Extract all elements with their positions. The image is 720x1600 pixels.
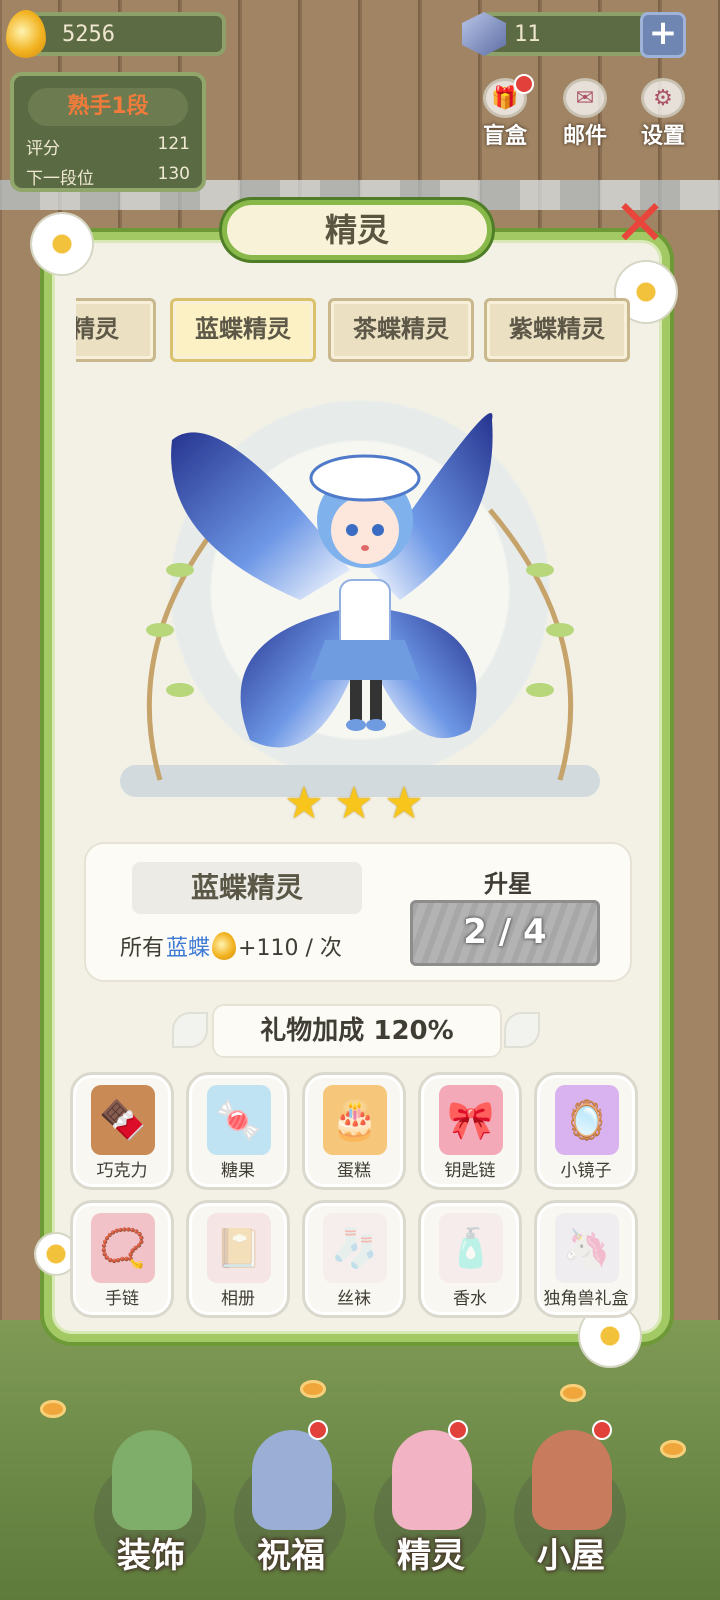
sprite-bonus: 所有 蓝蝶 +110 / 次 bbox=[120, 930, 342, 962]
sprite-icon bbox=[392, 1430, 472, 1530]
tab-sprite-partial[interactable]: 蝶精灵 bbox=[76, 298, 156, 362]
gift-label: 蛋糕 bbox=[337, 1161, 371, 1181]
nav-sprite-label: 精灵 bbox=[397, 1536, 465, 1576]
leaf-decoration bbox=[504, 1012, 540, 1048]
fairy-character bbox=[146, 413, 574, 781]
nav-house[interactable]: 小屋 bbox=[506, 1420, 636, 1590]
gift-label: 手链 bbox=[105, 1289, 139, 1309]
coin-value: 5256 bbox=[62, 22, 115, 47]
gift-label: 巧克力 bbox=[96, 1161, 148, 1181]
add-gems-button[interactable]: + bbox=[640, 12, 686, 58]
nav-sprite[interactable]: 精灵 bbox=[366, 1420, 496, 1590]
gift-label: 香水 bbox=[453, 1289, 487, 1309]
gift-cake[interactable]: 🎂 蛋糕 bbox=[302, 1072, 406, 1190]
settings-button[interactable]: ⚙ 设置 bbox=[632, 78, 694, 150]
gift-label: 独角兽礼盒 bbox=[543, 1289, 629, 1309]
gift-keychain[interactable]: 🎀 钥匙链 bbox=[418, 1072, 522, 1190]
gift-photo-album[interactable]: 📔 相册 bbox=[186, 1200, 290, 1318]
mail-label: 邮件 bbox=[562, 124, 607, 149]
bonus-amount: +110 / 次 bbox=[238, 936, 342, 961]
nav-decoration-label: 装饰 bbox=[117, 1536, 185, 1576]
mail-icon: ✉ bbox=[563, 78, 607, 118]
rank-score-label: 评分 bbox=[26, 139, 60, 159]
rank-next-row: 下一段位 130 bbox=[26, 164, 190, 189]
notification-dot bbox=[514, 74, 534, 94]
nav-house-label: 小屋 bbox=[537, 1536, 605, 1576]
fairy-icon bbox=[252, 1430, 332, 1530]
rank-title: 熟手1段 bbox=[28, 88, 188, 126]
bracelet-icon: 📿 bbox=[91, 1213, 155, 1283]
notification-dot bbox=[592, 1420, 612, 1440]
sprite-info-box: 蓝蝶精灵 所有 蓝蝶 +110 / 次 升星 2 / 4 bbox=[84, 842, 632, 982]
candy-jar-icon: 🍬 bbox=[207, 1085, 271, 1155]
gift-candy[interactable]: 🍬 糖果 bbox=[186, 1072, 290, 1190]
chocolate-icon: 🍫 bbox=[91, 1085, 155, 1155]
nav-decoration[interactable]: 装饰 bbox=[86, 1420, 216, 1590]
gift-label: 糖果 bbox=[221, 1161, 255, 1181]
notification-dot bbox=[308, 1420, 328, 1440]
background-flower bbox=[300, 1380, 326, 1398]
nav-blessing-label: 祝福 bbox=[257, 1536, 325, 1576]
rank-next-label: 下一段位 bbox=[26, 169, 94, 189]
background-flower bbox=[40, 1400, 66, 1418]
rank-score-row: 评分 121 bbox=[26, 134, 190, 159]
plant-icon bbox=[112, 1430, 192, 1530]
background-flower bbox=[560, 1384, 586, 1402]
photo-album-icon: 📔 bbox=[207, 1213, 271, 1283]
gift-label: 钥匙链 bbox=[444, 1161, 496, 1181]
gem-value: 11 bbox=[514, 22, 541, 47]
gift-unicorn-box[interactable]: 🦄 独角兽礼盒 bbox=[534, 1200, 638, 1318]
rank-next-value: 130 bbox=[157, 164, 190, 184]
gift-label: 相册 bbox=[221, 1289, 255, 1309]
sprite-name: 蓝蝶精灵 bbox=[132, 862, 362, 914]
notification-dot bbox=[448, 1420, 468, 1440]
bonus-prefix: 所有 bbox=[120, 936, 165, 961]
tab-tea-butterfly[interactable]: 茶蝶精灵 bbox=[328, 298, 474, 362]
unicorn-box-icon: 🦄 bbox=[555, 1213, 619, 1283]
blind-box-label: 盲盒 bbox=[482, 124, 527, 149]
gift-bonus-label: 礼物加成 120% bbox=[212, 1004, 502, 1058]
gift-mirror[interactable]: 🪞 小镜子 bbox=[534, 1072, 638, 1190]
gift-perfume[interactable]: 🧴 香水 bbox=[418, 1200, 522, 1318]
sprite-tabs: 蝶精灵 蓝蝶精灵 茶蝶精灵 紫蝶精灵 bbox=[76, 298, 642, 362]
mirror-icon: 🪞 bbox=[555, 1085, 619, 1155]
tab-blue-butterfly[interactable]: 蓝蝶精灵 bbox=[170, 298, 316, 362]
gift-stockings[interactable]: 🧦 丝袜 bbox=[302, 1200, 406, 1318]
gift-bracelet[interactable]: 📿 手链 bbox=[70, 1200, 174, 1318]
mail-button[interactable]: ✉ 邮件 bbox=[554, 78, 616, 150]
coin-drop-icon bbox=[212, 932, 237, 960]
star-3-icon: ★ bbox=[384, 778, 424, 829]
star-1-icon: ★ bbox=[284, 778, 324, 829]
panel-title: 精灵 bbox=[222, 200, 492, 260]
gift-label: 丝袜 bbox=[337, 1289, 371, 1309]
leaf-decoration bbox=[172, 1012, 208, 1048]
gift-label: 小镜子 bbox=[560, 1161, 612, 1181]
close-button[interactable]: ✕ bbox=[612, 192, 668, 256]
cake-icon: 🎂 bbox=[323, 1085, 387, 1155]
perfume-icon: 🧴 bbox=[439, 1213, 503, 1283]
daisy-decoration bbox=[32, 214, 92, 274]
tab-purple-butterfly[interactable]: 紫蝶精灵 bbox=[484, 298, 630, 362]
gift-chocolate[interactable]: 🍫 巧克力 bbox=[70, 1072, 174, 1190]
house-icon bbox=[532, 1430, 612, 1530]
settings-label: 设置 bbox=[640, 124, 685, 149]
background-flower bbox=[660, 1440, 686, 1458]
rank-card[interactable]: 熟手1段 评分 121 下一段位 130 bbox=[10, 72, 206, 192]
upstar-label: 升星 bbox=[484, 870, 532, 898]
star-2-icon: ★ bbox=[334, 778, 374, 829]
upstar-button[interactable]: 2 / 4 bbox=[410, 900, 600, 966]
bonus-target: 蓝蝶 bbox=[166, 936, 211, 961]
gear-icon: ⚙ bbox=[641, 78, 685, 118]
nav-blessing[interactable]: 祝福 bbox=[226, 1420, 356, 1590]
blind-box-button[interactable]: 🎁 盲盒 bbox=[474, 74, 536, 150]
character-stage: ★ ★ ★ bbox=[100, 380, 620, 826]
stockings-icon: 🧦 bbox=[323, 1213, 387, 1283]
rank-score-value: 121 bbox=[157, 134, 190, 154]
keychain-icon: 🎀 bbox=[439, 1085, 503, 1155]
